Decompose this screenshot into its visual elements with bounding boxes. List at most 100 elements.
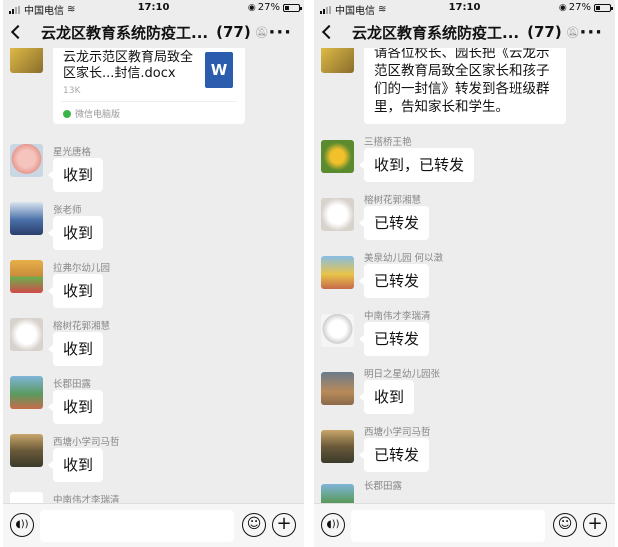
message-bubble[interactable]: 收到 xyxy=(47,274,104,308)
file-source-label: 微信电脑版 xyxy=(75,110,121,120)
battery-percent: 27% xyxy=(257,2,280,13)
avatar[interactable] xyxy=(10,48,43,73)
message-input[interactable] xyxy=(40,510,234,542)
avatar[interactable] xyxy=(321,314,354,347)
avatar[interactable] xyxy=(321,430,354,463)
avatar[interactable] xyxy=(10,318,43,351)
plus-icon[interactable]: + xyxy=(583,513,607,537)
orientation-lock-icon: ◉ xyxy=(247,2,256,13)
list-item: 美泉幼儿园 何以澂 已转发 xyxy=(314,250,615,310)
list-item: 中南伟才李瑞清 xyxy=(3,492,304,503)
mute-bell-icon: 🔕︎ xyxy=(565,25,580,39)
more-dots-icon[interactable]: ··· xyxy=(268,22,292,43)
sender-name: 西塘小学司马哲 xyxy=(364,427,431,438)
input-bar: ◖)) ☺ + xyxy=(314,503,615,547)
sender-name: 星光唐格 xyxy=(53,147,92,158)
battery-percent: 27% xyxy=(568,2,591,13)
message-list[interactable]: 云龙示范区教育局致全区家长...封信.docx W 13K 微信电脑版 星光唐格… xyxy=(3,48,304,503)
input-bar: ◖)) ☺ + xyxy=(3,503,304,547)
more-dots-icon[interactable]: ··· xyxy=(579,22,603,43)
sender-name: 长郡田露 xyxy=(53,379,92,390)
list-item: 西塘小学司马哲 已转发 xyxy=(314,424,615,484)
avatar[interactable] xyxy=(321,48,354,73)
sender-name: 明日之星幼儿园张 xyxy=(364,369,441,380)
avatar[interactable] xyxy=(321,140,354,173)
left-chat-screen: 中国电信 ≋ 17:10 ◉ 27% 云龙区教育系统防疫工... (77) 🔕︎… xyxy=(3,0,304,547)
back-chevron-icon[interactable] xyxy=(321,24,337,40)
avatar[interactable] xyxy=(10,434,43,467)
avatar[interactable] xyxy=(321,372,354,405)
sender-name: 张老师 xyxy=(53,205,82,216)
message-bubble[interactable]: 已转发 xyxy=(358,322,430,356)
message-bubble[interactable]: 收到 xyxy=(47,448,104,482)
member-count: (77) xyxy=(216,23,251,41)
sender-name: 榕树花郭湘慧 xyxy=(364,195,422,206)
message-bubble[interactable]: 收到 xyxy=(47,390,104,424)
chat-title: 云龙区教育系统防疫工... xyxy=(41,23,209,42)
emoji-icon[interactable]: ☺ xyxy=(242,513,266,537)
avatar[interactable] xyxy=(10,492,43,503)
chat-header: 云龙区教育系统防疫工... (77) 🔕︎ ··· xyxy=(3,16,304,48)
list-item: 明日之星幼儿园张 收到 xyxy=(314,366,615,426)
avatar[interactable] xyxy=(321,198,354,231)
message-bubble[interactable]: 收到 xyxy=(47,158,104,192)
sender-name: 榕树花郭湘慧 xyxy=(53,321,111,332)
list-item: 榕树花郭湘慧 收到 xyxy=(3,318,304,378)
plus-icon[interactable]: + xyxy=(272,513,296,537)
sender-name: 拉弗尔幼儿园 xyxy=(53,263,111,274)
sender-name: 西塘小学司马哲 xyxy=(53,437,120,448)
orientation-lock-icon: ◉ xyxy=(558,2,567,13)
file-size: 13K xyxy=(63,86,81,96)
list-item: 三搭桥王艳 收到，已转发 xyxy=(314,134,615,194)
chat-title: 云龙区教育系统防疫工... xyxy=(352,23,520,42)
member-count: (77) xyxy=(527,23,562,41)
avatar[interactable] xyxy=(10,260,43,293)
status-bar: 中国电信 ≋ 17:10 ◉ 27% xyxy=(3,0,304,17)
avatar[interactable] xyxy=(10,202,43,235)
message-bubble[interactable]: 收到 xyxy=(47,332,104,366)
list-item: 榕树花郭湘慧 已转发 xyxy=(314,192,615,252)
list-item: 拉弗尔幼儿园 收到 xyxy=(3,260,304,320)
file-card[interactable]: 云龙示范区教育局致全区家长...封信.docx W 13K 微信电脑版 xyxy=(53,48,245,124)
message-bubble[interactable]: 收到 xyxy=(47,216,104,250)
message-bubble[interactable]: 已转发 xyxy=(358,264,430,298)
back-chevron-icon[interactable] xyxy=(10,24,26,40)
sender-name: 长郡田露 xyxy=(364,481,403,492)
status-bar: 中国电信 ≋ 17:10 ◉ 27% xyxy=(314,0,615,17)
notice-message: 请各位校长、园长把《云龙示范区教育局致全区家长和孩子们的一封信》转发到各班级群里… xyxy=(314,48,615,124)
list-item: 长郡田露 xyxy=(314,478,615,503)
list-item: 星光唐格 收到 xyxy=(3,144,304,204)
list-item: 张老师 收到 xyxy=(3,202,304,262)
battery-icon xyxy=(594,3,613,12)
list-item: 长郡田露 收到 xyxy=(3,376,304,436)
file-source: 微信电脑版 xyxy=(63,107,120,120)
divider xyxy=(61,101,237,102)
file-name: 云龙示范区教育局致全区家长...封信.docx xyxy=(63,50,194,81)
message-bubble[interactable]: 收到，已转发 xyxy=(358,148,475,182)
voice-icon[interactable]: ◖)) xyxy=(10,513,34,537)
file-message: 云龙示范区教育局致全区家长...封信.docx W 13K 微信电脑版 xyxy=(3,48,304,130)
emoji-icon[interactable]: ☺ xyxy=(553,513,577,537)
list-item: 中南伟才李瑞清 已转发 xyxy=(314,308,615,368)
sender-name: 中南伟才李瑞清 xyxy=(364,311,431,322)
message-input[interactable] xyxy=(351,510,545,542)
avatar[interactable] xyxy=(321,484,354,503)
chat-header: 云龙区教育系统防疫工... (77) 🔕︎ ··· xyxy=(314,16,615,48)
avatar[interactable] xyxy=(321,256,354,289)
list-item: 西塘小学司马哲 收到 xyxy=(3,434,304,494)
message-bubble[interactable]: 已转发 xyxy=(358,438,430,472)
message-bubble[interactable]: 收到 xyxy=(358,380,415,414)
message-list[interactable]: 请各位校长、园长把《云龙示范区教育局致全区家长和孩子们的一封信》转发到各班级群里… xyxy=(314,48,615,503)
sender-name: 中南伟才李瑞清 xyxy=(53,495,120,503)
notice-bubble[interactable]: 请各位校长、园长把《云龙示范区教育局致全区家长和孩子们的一封信》转发到各班级群里… xyxy=(364,48,566,124)
word-doc-icon: W xyxy=(205,52,233,88)
sender-name: 三搭桥王艳 xyxy=(364,137,412,148)
message-bubble[interactable]: 已转发 xyxy=(358,206,430,240)
voice-icon[interactable]: ◖)) xyxy=(321,513,345,537)
avatar[interactable] xyxy=(10,376,43,409)
sender-name: 美泉幼儿园 何以澂 xyxy=(364,253,444,264)
pc-wechat-icon xyxy=(63,109,71,118)
avatar[interactable] xyxy=(10,144,43,177)
right-chat-screen: 中国电信 ≋ 17:10 ◉ 27% 云龙区教育系统防疫工... (77) 🔕︎… xyxy=(314,0,615,547)
mute-bell-icon: 🔕︎ xyxy=(254,25,269,39)
